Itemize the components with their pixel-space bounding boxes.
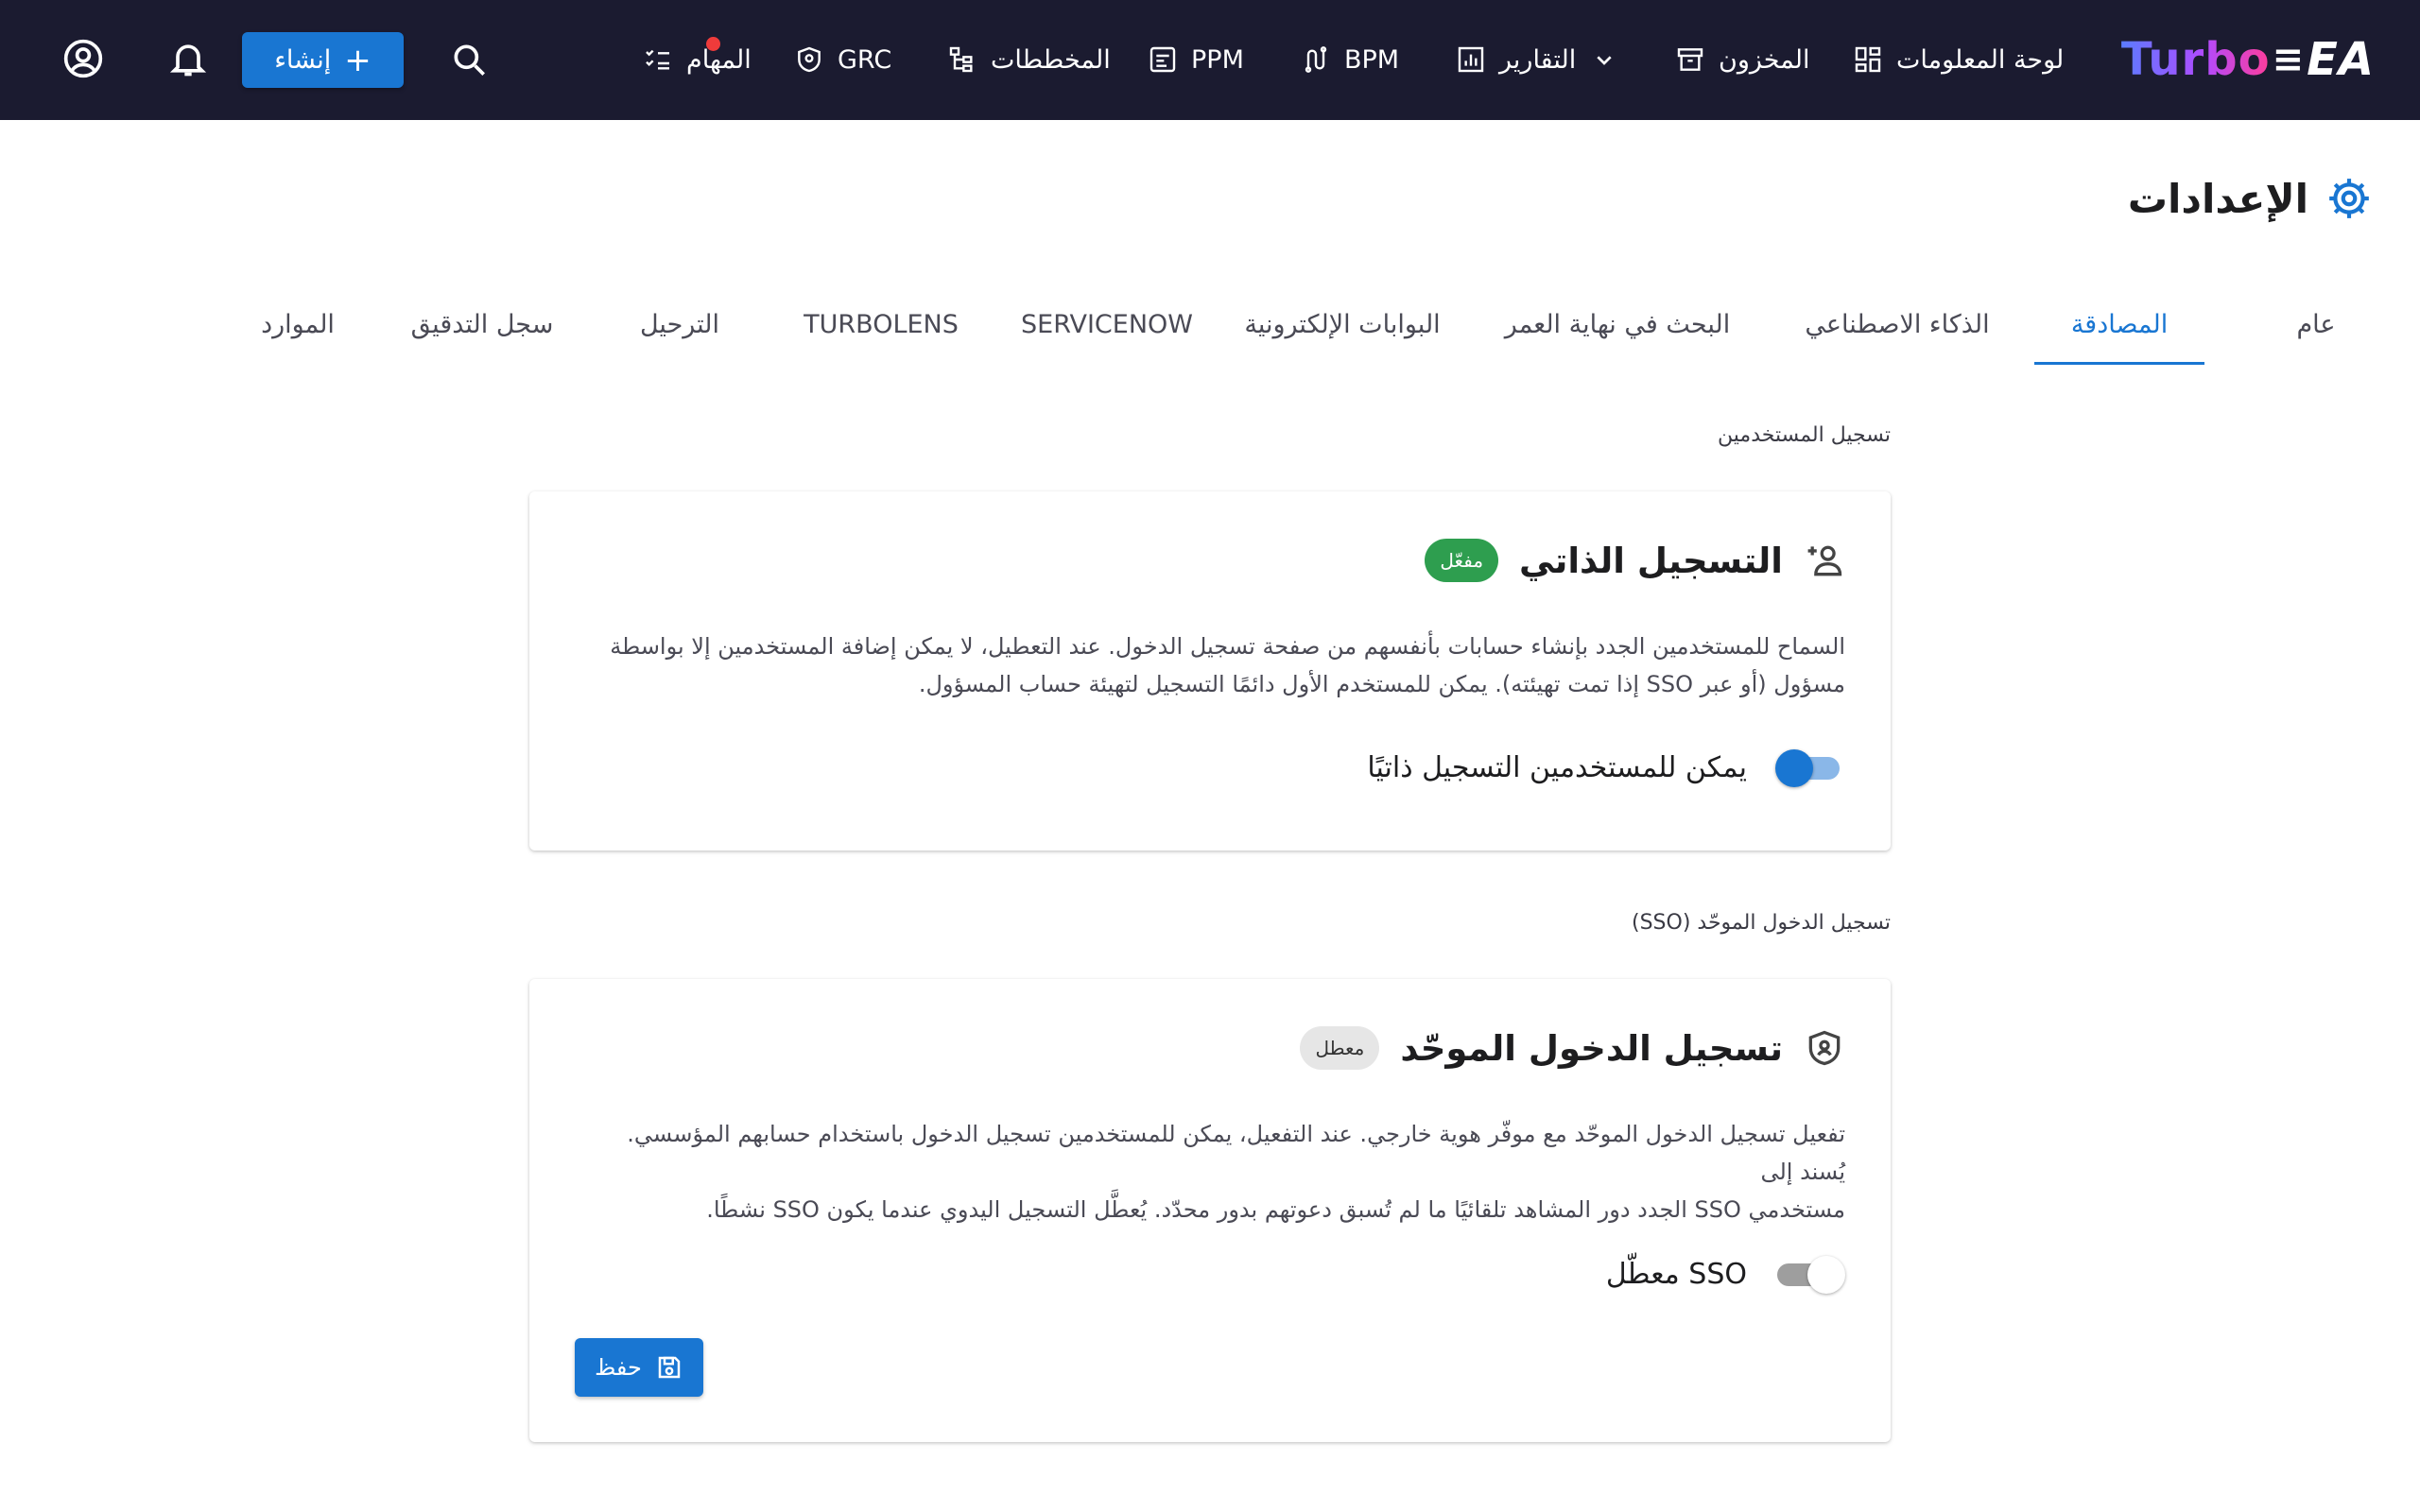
diagram-icon	[949, 46, 973, 73]
sso-card: تسجيل الدخول الموحّد معطل تفعيل تسجيل ال…	[529, 979, 1891, 1442]
tab-audit-log[interactable]: سجل التدقيق	[388, 284, 577, 365]
tab-turbolens[interactable]: TURBOLENS	[786, 284, 976, 365]
self-registration-description: السماح للمستخدمين الجدد بإنشاء حسابات بأ…	[579, 627, 1845, 703]
sso-toggle-row: SSO معطّل	[1606, 1253, 1845, 1295]
self-registration-header: التسجيل الذاتي مفعّل	[1425, 539, 1845, 582]
tab-end-of-life[interactable]: البحث في نهاية العمر	[1480, 284, 1754, 365]
save-button[interactable]: حفظ	[575, 1338, 703, 1397]
tab-general[interactable]: عام	[2257, 284, 2375, 365]
self-registration-toggle[interactable]	[1772, 747, 1845, 788]
search-icon[interactable]	[449, 40, 491, 81]
tab-migration[interactable]: الترحيل	[618, 284, 741, 365]
nav-reports[interactable]: التقارير	[1456, 36, 1619, 83]
status-badge-disabled: معطل	[1300, 1026, 1380, 1070]
gear-icon	[2329, 179, 2369, 218]
inventory-icon	[1677, 48, 1703, 71]
sso-description-line1: تفعيل تسجيل الدخول الموحّد مع موفّر هوية…	[627, 1121, 1845, 1185]
nav-dashboard[interactable]: لوحة المعلومات	[1853, 36, 2064, 83]
logo-speed-lines: ≡	[2272, 38, 2306, 81]
create-button[interactable]: + إنشاء	[242, 32, 404, 88]
process-icon	[1305, 46, 1327, 73]
bar-chart-icon	[1458, 46, 1484, 73]
nav-diagrams[interactable]: المخططات	[947, 36, 1111, 83]
tab-authentication[interactable]: المصادقة	[2034, 284, 2204, 365]
nav-inventory-label: المخزون	[1719, 44, 1810, 75]
page-title: الإعدادات	[2128, 170, 2373, 227]
dashboard-icon	[1855, 46, 1881, 73]
portfolio-icon	[1150, 46, 1176, 73]
chevron-down-icon	[1597, 56, 1612, 65]
bell-icon[interactable]	[167, 38, 209, 79]
self-registration-card: التسجيل الذاتي مفعّل السماح للمستخدمين ا…	[529, 491, 1891, 850]
tasks-notification-dot	[706, 37, 720, 51]
app-logo[interactable]: Turbo ≡ EA	[2121, 28, 2375, 91]
sso-description: تفعيل تسجيل الدخول الموحّد مع موفّر هوية…	[579, 1115, 1845, 1228]
toggle-thumb	[1807, 1256, 1845, 1294]
nav-grc[interactable]: GRC	[794, 36, 891, 83]
nav-reports-label: التقارير	[1499, 44, 1577, 75]
sso-section-label: تسجيل الدخول الموحّد (SSO)	[1631, 911, 1891, 935]
add-user-icon	[1807, 545, 1842, 576]
checklist-icon	[646, 49, 669, 70]
self-registration-description-line1: السماح للمستخدمين الجدد بإنشاء حسابات بأ…	[610, 633, 1845, 660]
nav-tasks[interactable]: المهام	[643, 36, 752, 83]
nav-grc-label: GRC	[838, 44, 892, 75]
self-registration-toggle-label: يمكن للمستخدمين التسجيل ذاتيًا	[1367, 750, 1747, 784]
nav-bpm[interactable]: BPM	[1301, 36, 1399, 83]
sso-title: تسجيل الدخول الموحّد	[1400, 1027, 1783, 1069]
tab-resources[interactable]: الموارد	[236, 284, 359, 365]
nav-tasks-label: المهام	[686, 44, 752, 75]
tab-servicenow[interactable]: SERVICENOW	[1008, 284, 1206, 365]
nav-diagrams-label: المخططات	[991, 44, 1111, 75]
sso-header: تسجيل الدخول الموحّد معطل	[1300, 1026, 1845, 1070]
nav-inventory[interactable]: المخزون	[1675, 36, 1810, 83]
floppy-disk-icon	[658, 1356, 681, 1379]
top-navigation-bar: Turbo ≡ EA لوحة المعلومات المخزون التقار…	[0, 0, 2420, 120]
logo-text-turbo: Turbo	[2120, 33, 2271, 86]
self-registration-description-line2: مسؤول (أو عبر SSO إذا تمت تهيئته). يمكن …	[918, 671, 1845, 697]
create-button-label: إنشاء	[274, 45, 332, 75]
self-registration-toggle-row: يمكن للمستخدمين التسجيل ذاتيًا	[1367, 747, 1845, 788]
account-icon[interactable]	[62, 38, 104, 79]
tab-portals[interactable]: البوابات الإلكترونية	[1219, 284, 1465, 365]
shield-icon	[798, 46, 821, 73]
nav-dashboard-label: لوحة المعلومات	[1896, 44, 2065, 75]
tab-ai[interactable]: الذكاء الاصطناعي	[1784, 284, 2011, 365]
sso-toggle[interactable]	[1772, 1253, 1845, 1295]
nav-bpm-label: BPM	[1344, 44, 1400, 75]
self-registration-title: التسجيل الذاتي	[1519, 540, 1783, 581]
registration-section-label: تسجيل المستخدمين	[1718, 423, 1891, 447]
logo-text-ea: EA	[2307, 33, 2375, 86]
toggle-thumb	[1775, 749, 1813, 787]
nav-ppm[interactable]: PPM	[1148, 36, 1244, 83]
sso-toggle-label: SSO معطّل	[1605, 1257, 1747, 1291]
nav-ppm-label: PPM	[1191, 44, 1244, 75]
shield-icon	[1808, 1030, 1841, 1066]
plus-icon: +	[344, 41, 372, 79]
sso-description-line2: مستخدمي SSO الجدد دور المشاهد تلقائيًا م…	[706, 1196, 1845, 1223]
settings-tabs: عام المصادقة الذكاء الاصطناعي البحث في ن…	[0, 284, 2420, 365]
page-title-text: الإعدادات	[2127, 175, 2308, 222]
status-badge-enabled: مفعّل	[1425, 539, 1499, 582]
save-button-label: حفظ	[595, 1354, 642, 1381]
